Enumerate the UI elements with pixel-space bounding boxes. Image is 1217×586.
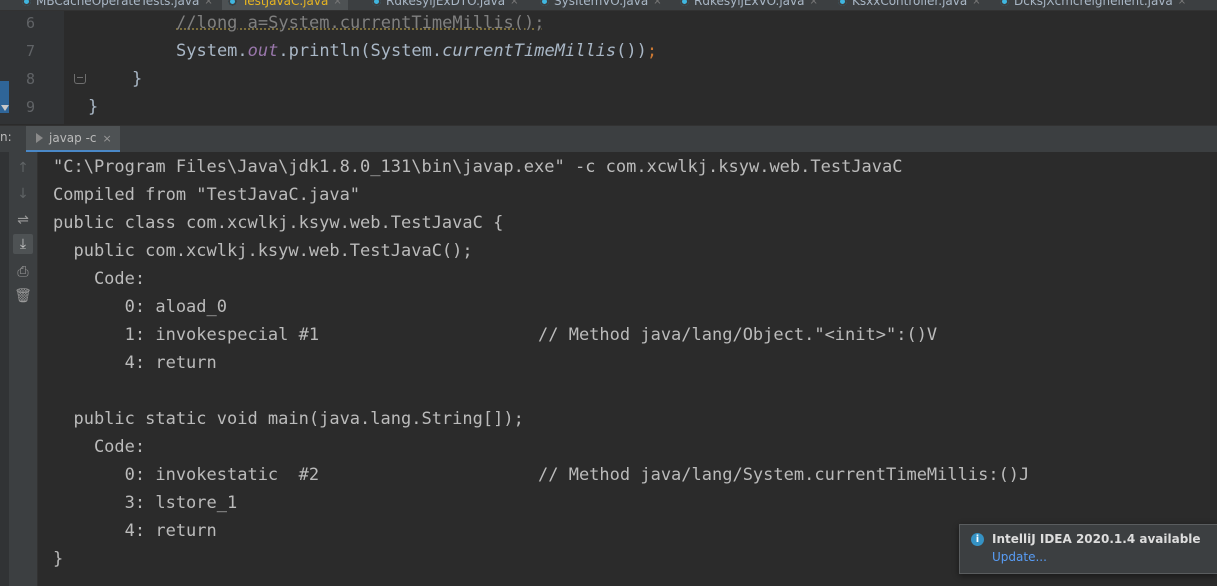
run-tool-window-header: n: javap -c × <box>0 125 1217 153</box>
java-file-icon <box>540 0 549 6</box>
line-number: 6 <box>25 14 35 32</box>
tab-javap[interactable]: javap -c × <box>26 126 120 152</box>
close-icon[interactable]: × <box>972 0 980 7</box>
console-line: } <box>53 549 64 569</box>
java-file-icon <box>228 0 237 6</box>
code-token: System. <box>176 41 248 61</box>
file-tab[interactable]: DcksjXcmcrelgnelient.java × <box>1000 0 1186 10</box>
file-tab-label: SysItemVO.java <box>554 0 649 8</box>
code-line-6: //long a=System.currentTimeMillis(); <box>176 9 544 37</box>
console-line: 4: return <box>53 353 217 373</box>
java-file-icon <box>1000 0 1009 6</box>
run-toolbar: ↑ ↓ ⇌ ⤓ ⎙ 🗑 <box>0 152 38 586</box>
line-number-gutter: 6 7 8 9 <box>9 11 64 124</box>
arrow-down-icon[interactable]: ↓ <box>13 184 33 204</box>
close-icon[interactable]: × <box>510 0 518 7</box>
file-tab-label: RdkesyljExVO.java <box>694 0 805 8</box>
close-icon[interactable]: × <box>103 132 112 145</box>
java-file-icon <box>372 0 381 6</box>
console-output[interactable]: "C:\Program Files\Java\jdk1.8.0_131\bin\… <box>38 152 1217 586</box>
console-comment: // Method java/lang/Object."<init>":()V <box>538 325 938 345</box>
code-line-7: System.out.println(System.currentTimeMil… <box>176 37 657 65</box>
console-line: 0: aload_0 <box>53 297 227 317</box>
code-token: ()) <box>616 41 647 61</box>
soft-wrap-icon[interactable]: ⇌ <box>13 210 33 230</box>
java-file-icon <box>680 0 689 6</box>
console-line: public class com.xcwlkj.ksyw.web.TestJav… <box>53 213 504 233</box>
code-token-semicolon: ; <box>646 41 658 61</box>
console-line: Compiled from "TestJavaC.java" <box>53 185 361 205</box>
console-comment: // Method java/lang/System.currentTimeMi… <box>538 465 1030 485</box>
print-icon[interactable]: ⎙ <box>13 262 33 282</box>
line-number: 8 <box>25 70 35 88</box>
file-tab-label: RdkesyljExDTO.java <box>386 0 506 8</box>
arrow-up-icon[interactable]: ↑ <box>13 158 33 178</box>
console-line: "C:\Program Files\Java\jdk1.8.0_131\bin\… <box>53 157 903 177</box>
fold-marker-icon[interactable] <box>74 74 86 84</box>
console-line: public com.xcwlkj.ksyw.web.TestJavaC(); <box>53 241 473 261</box>
run-window-label: n: <box>0 130 12 144</box>
code-token: .println(System. <box>278 41 443 61</box>
console-line: 0: invokestatic #2 <box>53 465 320 485</box>
left-tool-stripe <box>0 152 9 586</box>
console-line: 3: lstore_1 <box>53 493 238 513</box>
code-line-9: } <box>88 97 99 117</box>
code-token-field: out <box>247 41 279 61</box>
code-editor[interactable]: 6 7 8 9 //long a=System.currentTimeMilli… <box>0 11 1217 124</box>
close-icon[interactable]: × <box>333 0 341 7</box>
run-tab-label: javap -c <box>49 131 97 145</box>
scroll-to-end-icon[interactable]: ⤓ <box>13 234 33 254</box>
run-config-icon <box>36 133 43 143</box>
file-tab-label: KsxxController.java <box>852 0 968 8</box>
file-tab-label: DcksjXcmcrelgnelient.java <box>1014 0 1173 8</box>
code-comment: //long a=System.currentTimeMillis(); <box>176 13 545 33</box>
trash-icon[interactable]: 🗑 <box>13 286 33 306</box>
close-icon[interactable]: × <box>653 0 661 7</box>
console-line: Code: <box>53 437 146 457</box>
update-link[interactable]: Update... <box>992 550 1047 564</box>
java-file-icon <box>838 0 847 6</box>
code-token-method: currentTimeMillis <box>442 41 617 61</box>
info-icon: i <box>971 533 984 546</box>
close-icon[interactable]: × <box>204 0 212 7</box>
file-tab-label: TestJavaC.java <box>242 0 329 8</box>
chevron-down-icon[interactable] <box>1 105 9 111</box>
file-tab-label: MBCacheOperateTests.java <box>36 0 200 8</box>
notification-title: IntelliJ IDEA 2020.1.4 available <box>992 532 1201 546</box>
console-line: Code: <box>53 269 146 289</box>
line-number: 7 <box>25 42 35 60</box>
close-icon[interactable]: × <box>809 0 817 7</box>
line-number: 9 <box>25 98 35 116</box>
file-tab[interactable]: SysItemVO.java × <box>540 0 662 10</box>
file-tab[interactable]: KsxxController.java × <box>838 0 981 10</box>
console-line: public static void main(java.lang.String… <box>53 409 524 429</box>
left-tool-stripe <box>0 11 9 124</box>
file-tab[interactable]: RdkesyljExVO.java × <box>680 0 818 10</box>
close-icon[interactable]: × <box>1178 0 1186 7</box>
update-notification: i IntelliJ IDEA 2020.1.4 available Updat… <box>959 524 1217 574</box>
console-line: 1: invokespecial #1 <box>53 325 320 345</box>
code-line-8: } <box>132 69 143 89</box>
console-line: 4: return <box>53 521 217 541</box>
java-file-icon <box>22 0 31 6</box>
